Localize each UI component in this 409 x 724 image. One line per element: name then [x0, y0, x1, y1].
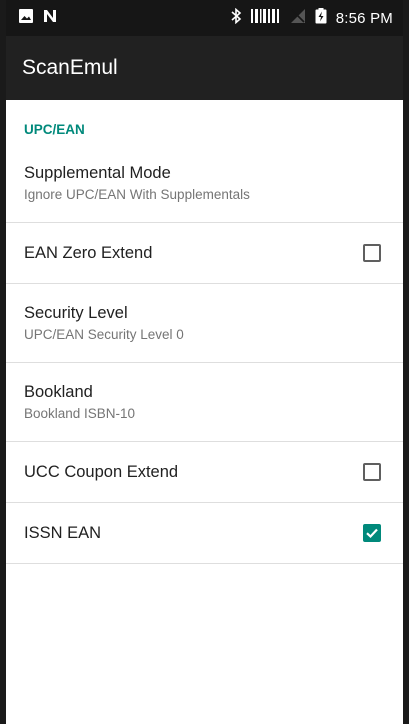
status-left-icons	[18, 8, 58, 29]
checkmark-icon	[366, 528, 378, 539]
barcode-icon	[250, 8, 281, 29]
pref-issn-ean[interactable]: ISSN EAN	[6, 503, 403, 564]
bluetooth-icon	[230, 7, 242, 29]
no-signal-icon	[290, 8, 306, 29]
pref-bookland[interactable]: Bookland Bookland ISBN-10	[6, 363, 403, 442]
pref-security-level[interactable]: Security Level UPC/EAN Security Level 0	[6, 284, 403, 363]
pref-ean-zero-extend[interactable]: EAN Zero Extend	[6, 223, 403, 284]
pref-title: EAN Zero Extend	[24, 243, 153, 262]
status-time: 8:56 PM	[335, 9, 393, 27]
pref-title: ISSN EAN	[24, 523, 102, 542]
ucc-coupon-extend-checkbox[interactable]	[363, 463, 381, 481]
pref-summary: Ignore UPC/EAN With Supplementals	[24, 187, 250, 202]
app-title: ScanEmul	[22, 56, 118, 79]
issn-ean-checkbox[interactable]	[363, 524, 381, 542]
pref-summary: Bookland ISBN-10	[24, 406, 136, 421]
ean-zero-extend-checkbox[interactable]	[363, 244, 381, 262]
settings-list: UPC/EAN Supplemental Mode Ignore UPC/EAN…	[6, 100, 403, 564]
notification-n-icon	[42, 8, 58, 29]
pref-title: Supplemental Mode	[24, 164, 171, 182]
pref-title: UCC Coupon Extend	[24, 462, 179, 481]
category-header: UPC/EAN	[24, 122, 85, 137]
pref-text: Bookland Bookland ISBN-10	[24, 383, 135, 421]
pref-ucc-coupon-extend[interactable]: UCC Coupon Extend	[6, 442, 403, 503]
app-bar: ScanEmul	[6, 36, 403, 100]
status-right-icons: 8:56 PM	[230, 7, 393, 29]
device-frame: 8:56 PM ScanEmul UPC/EAN Supplemental Mo…	[0, 0, 409, 724]
pref-title: Bookland	[24, 383, 93, 401]
status-bar: 8:56 PM	[6, 0, 403, 36]
pref-text: Supplemental Mode Ignore UPC/EAN With Su…	[24, 164, 250, 202]
battery-charging-icon	[315, 7, 327, 29]
pref-text: Security Level UPC/EAN Security Level 0	[24, 304, 184, 342]
pref-supplemental-mode[interactable]: Supplemental Mode Ignore UPC/EAN With Su…	[6, 144, 403, 223]
image-icon	[18, 8, 34, 29]
pref-summary: UPC/EAN Security Level 0	[24, 327, 184, 342]
pref-title: Security Level	[24, 304, 128, 322]
